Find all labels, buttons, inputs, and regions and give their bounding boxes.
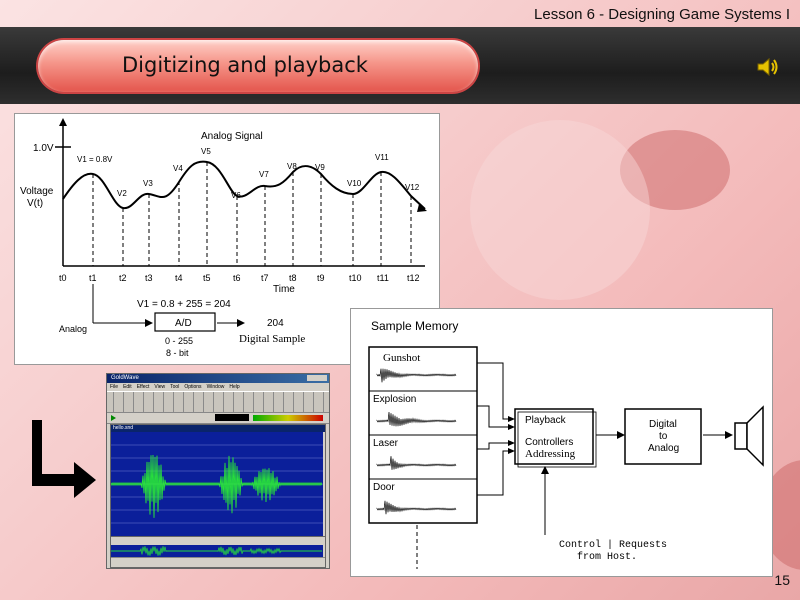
editor-waveform	[111, 454, 323, 518]
v-label: V7	[259, 170, 269, 179]
controllers-label: Controllers	[525, 437, 573, 448]
sample-label-gunshot: Gunshot	[383, 352, 420, 364]
slide: Lesson 6 - Designing Game Systems I Digi…	[0, 0, 800, 600]
editor-menu-item[interactable]: File	[110, 384, 118, 390]
control-label-2: from Host.	[577, 551, 637, 563]
sample-label-laser: Laser	[373, 438, 399, 449]
editor-menu-item[interactable]: Options	[184, 384, 201, 390]
v-label: V10	[347, 179, 362, 188]
editor-file-title: hello.snd	[113, 425, 134, 431]
t-label: t0	[59, 273, 67, 283]
overview-waveform	[111, 546, 323, 556]
editor-time-display	[215, 414, 249, 421]
editor-doc-titlebar: hello.snd	[111, 425, 325, 432]
bits-label: 8 - bit	[166, 348, 189, 358]
formula-label: V1 = 0.8 + 255 = 204	[137, 299, 231, 310]
analog-to-ad-arrow	[145, 319, 153, 327]
editor-toolbar	[107, 391, 329, 413]
t-label: t6	[233, 273, 241, 283]
v-label: V2	[117, 189, 127, 198]
editor-statusbar	[111, 557, 325, 566]
big-arrow-icon	[30, 416, 100, 505]
v-label: V9	[315, 163, 325, 172]
editor-menu-item[interactable]: Tool	[170, 384, 179, 390]
digital-sample-label: Digital Sample	[239, 333, 305, 345]
t-label: t4	[175, 273, 183, 283]
ylabel-vt: V(t)	[27, 198, 43, 209]
v-label: V8	[287, 162, 297, 171]
connection-arrow	[508, 424, 515, 430]
editor-document: hello.snd	[110, 424, 326, 568]
t-label: t1	[89, 273, 97, 283]
connection-arrow	[508, 416, 515, 422]
editor-level-meter	[253, 415, 323, 421]
editor-menu-item[interactable]: Help	[229, 384, 239, 390]
v-label: V3	[143, 179, 153, 188]
sample-label-explosion: Explosion	[373, 394, 416, 405]
editor-app-title: GoldWave	[111, 375, 139, 381]
v-label: V1 = 0.8V	[77, 155, 113, 164]
audio-editor-window: GoldWave File Edit Effect View Tool Options Wi…	[106, 373, 330, 569]
y-axis-arrow	[59, 118, 67, 126]
ymax-label: 1.0V	[33, 143, 54, 154]
editor-timeline	[111, 536, 325, 545]
t-label: t8	[289, 273, 297, 283]
lesson-title: Lesson 6 - Designing Game Systems I	[534, 6, 790, 23]
sample-memory-panel: Sample Memory Gunshot Explosion Laser Do…	[350, 308, 773, 577]
dac-label-to: to	[659, 431, 668, 442]
editor-menubar: File Edit Effect View Tool Options Window Help	[107, 383, 329, 391]
range-label: 0 - 255	[165, 336, 193, 346]
editor-waveform-view[interactable]	[111, 432, 323, 536]
t-label: t3	[145, 273, 153, 283]
t-label: t5	[203, 273, 211, 283]
t-label: t11	[377, 273, 389, 283]
sample-lines: t0 t1 V1 = 0.8V t2 V2 t3 V3 t4 V4 t5 V5 t6 V6 t7 V7 t8 V…	[59, 147, 420, 283]
playback-label: Playback	[525, 415, 567, 426]
dac-label-analog: Analog	[648, 443, 679, 454]
ad-to-out-arrow	[237, 319, 245, 327]
editor-overview[interactable]	[111, 545, 323, 557]
editor-menu-item[interactable]: View	[154, 384, 165, 390]
speaker-icon[interactable]	[756, 55, 780, 84]
t-label: t10	[349, 273, 362, 283]
background-blob	[470, 120, 650, 300]
dac-to-speaker-arrow	[725, 431, 733, 439]
t-label: t9	[317, 273, 325, 283]
ad-label: A/D	[175, 318, 192, 329]
out-value: 204	[267, 318, 284, 329]
editor-toolbar-2	[107, 413, 329, 424]
t-label: t12	[407, 273, 420, 283]
x-axis-label: Time	[273, 284, 295, 295]
sample-label-door: Door	[373, 482, 395, 493]
editor-menu-item[interactable]: Window	[207, 384, 225, 390]
editor-play-button[interactable]	[111, 415, 116, 421]
loudspeaker-icon	[734, 405, 764, 467]
dac-label-digital: Digital	[649, 419, 677, 430]
connection-arrow	[508, 448, 515, 454]
t-label: t2	[119, 273, 127, 283]
v-label: V12	[405, 183, 420, 192]
memory-title: Sample Memory	[371, 319, 458, 333]
ylabel-voltage: Voltage	[20, 186, 54, 197]
memory-connections	[477, 362, 511, 496]
analog-waveform	[62, 160, 426, 210]
v-label: V11	[375, 153, 389, 162]
sample-memory-diagram: Sample Memory Gunshot Explosion Laser Do…	[368, 319, 764, 569]
t-label: t7	[261, 273, 269, 283]
v-label: V6	[231, 191, 241, 200]
control-label-1: Control | Requests	[559, 539, 667, 551]
analog-label: Analog	[59, 324, 87, 334]
connection-arrow	[508, 440, 515, 446]
editor-menu-item[interactable]: Edit	[123, 384, 132, 390]
page-number: 15	[774, 572, 790, 588]
v-label: V4	[173, 164, 183, 173]
analog-title: Analog Signal	[201, 131, 263, 142]
controller-to-dac-arrow	[617, 431, 625, 439]
editor-titlebar: GoldWave	[107, 374, 329, 383]
editor-menu-item[interactable]: Effect	[137, 384, 150, 390]
addressing-label: Addressing	[525, 448, 576, 460]
slide-title: Digitizing and playback	[122, 53, 368, 77]
v-label: V5	[201, 147, 211, 156]
editor-window-buttons[interactable]	[307, 375, 327, 381]
